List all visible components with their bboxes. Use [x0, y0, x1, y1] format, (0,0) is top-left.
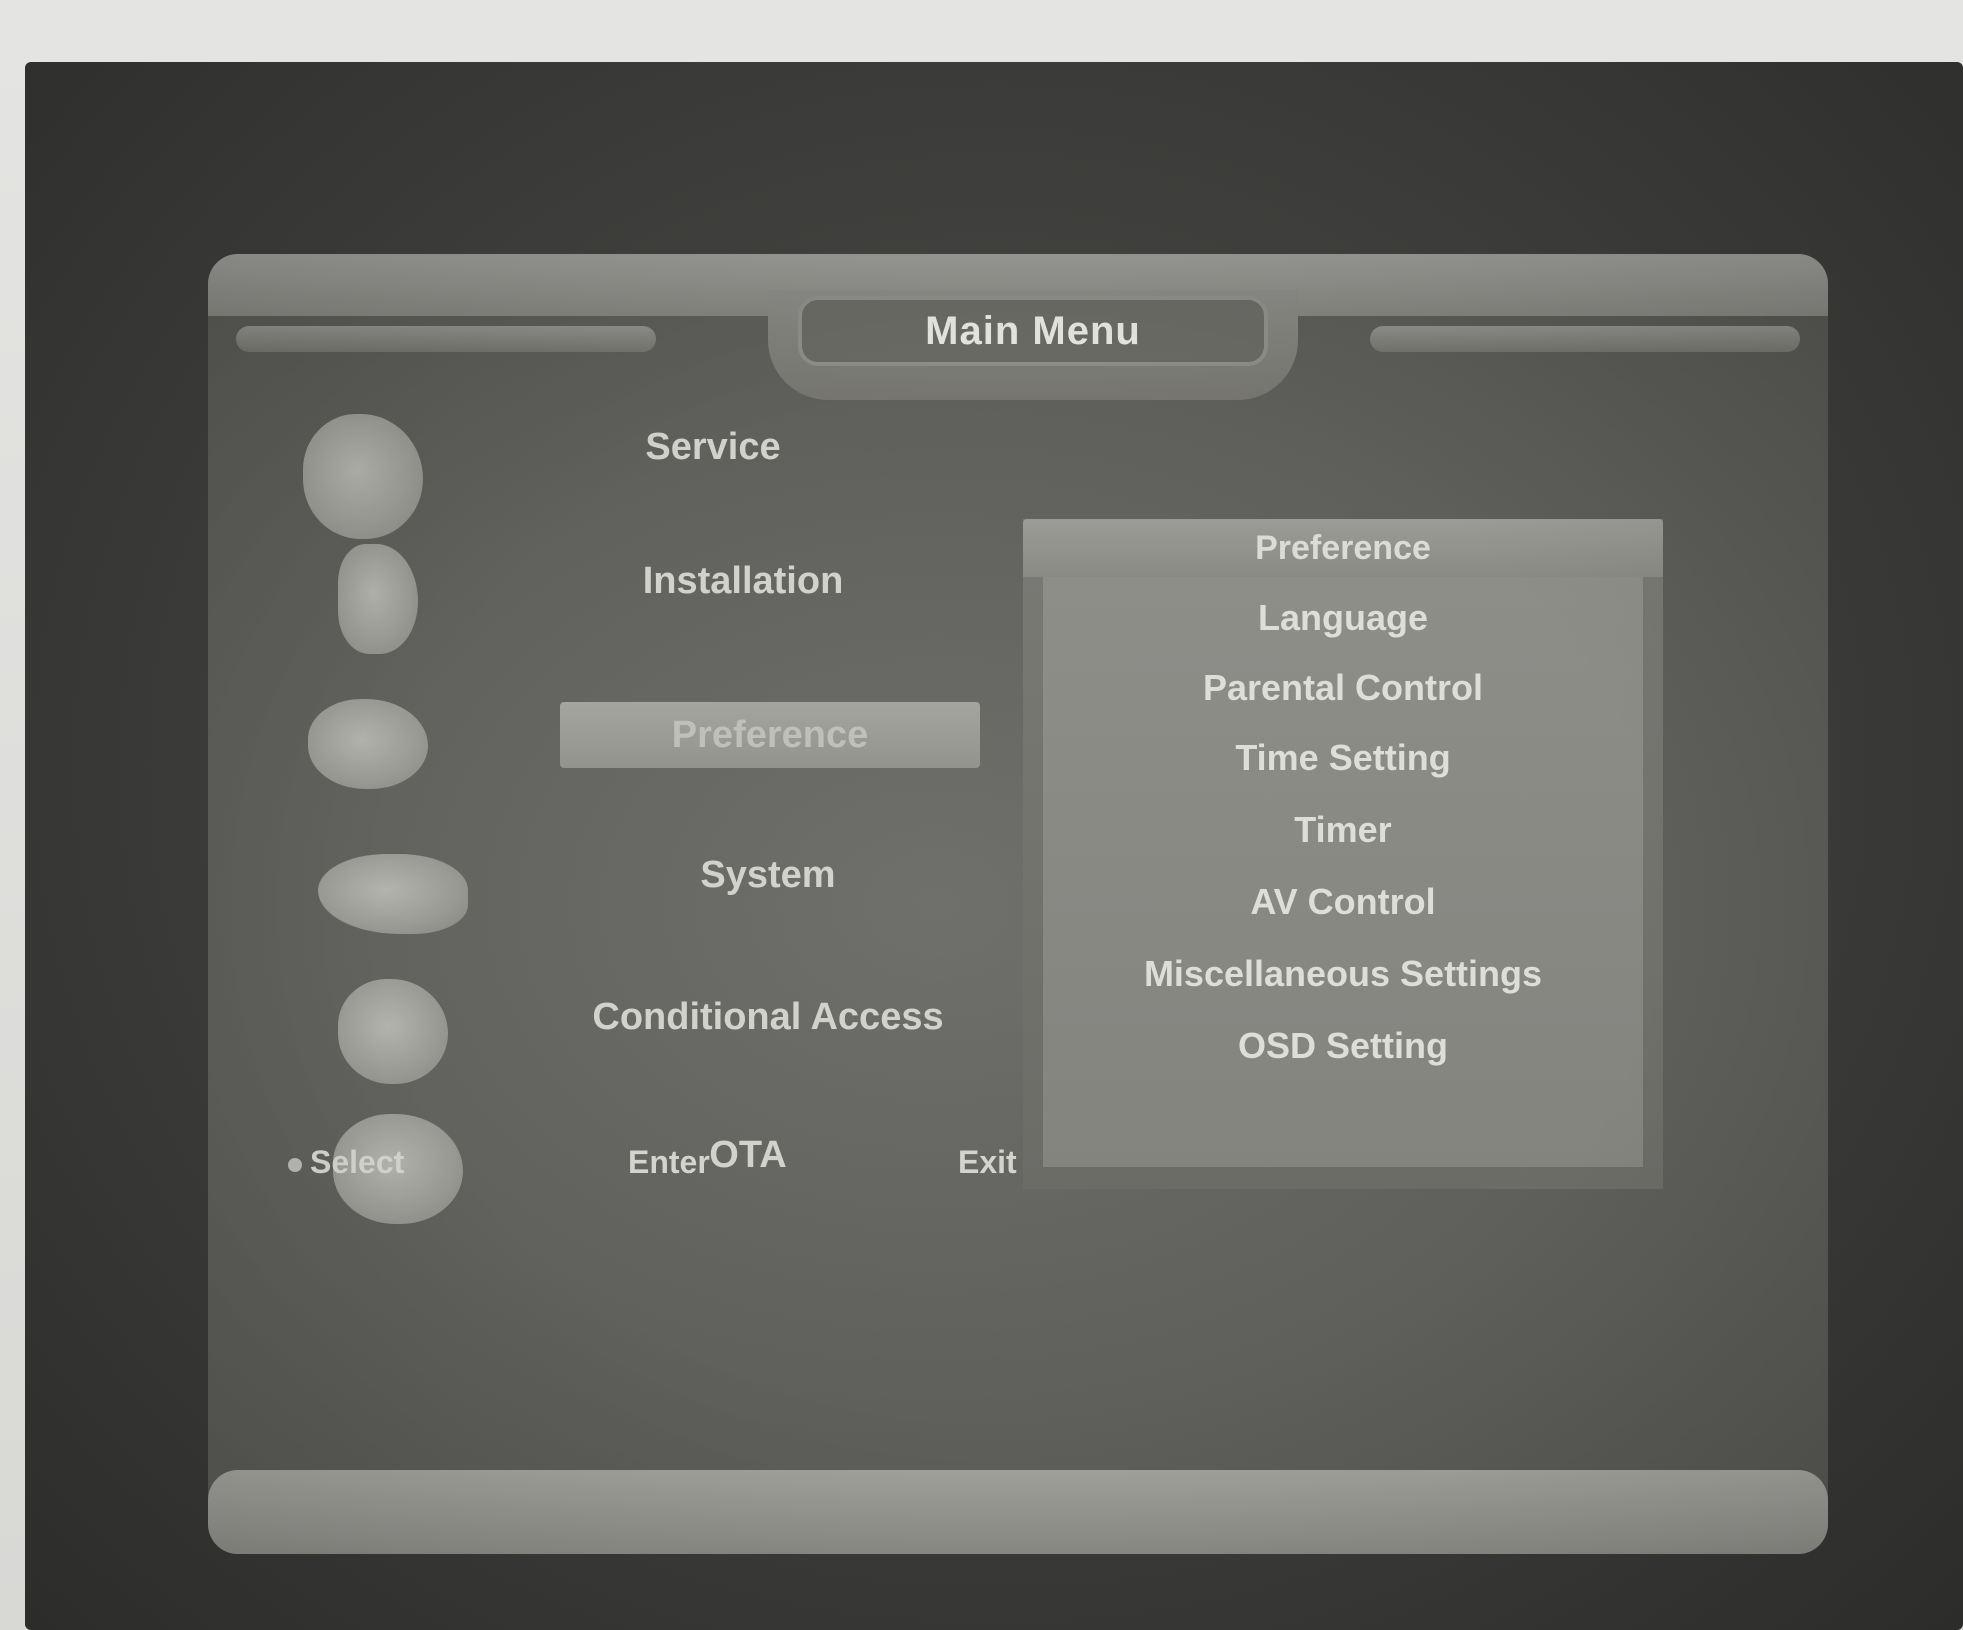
hint-enter-label: Enter [628, 1144, 710, 1180]
hint-exit: Exit [958, 1144, 1017, 1181]
title-plate: Main Menu [768, 290, 1298, 400]
submenu-list: Language Parental Control Time Setting T… [1043, 577, 1643, 1167]
access-icon [338, 979, 448, 1084]
hint-select-label: Select [310, 1144, 405, 1180]
system-icon [318, 854, 468, 934]
submenu-item-time-setting[interactable]: Time Setting [1043, 737, 1643, 779]
tv-bezel: Main Menu Service Installation Preferenc… [25, 62, 1963, 1630]
menu-item-system[interactable]: System [553, 854, 983, 897]
photo-background: Main Menu Service Installation Preferenc… [0, 0, 1963, 1630]
submenu-item-osd-setting[interactable]: OSD Setting [1043, 1025, 1643, 1067]
submenu-item-av-control[interactable]: AV Control [1043, 881, 1643, 923]
osd-top-rail-right [1370, 326, 1800, 352]
select-icon [288, 1157, 302, 1172]
menu-item-service[interactable]: Service [498, 426, 928, 469]
hint-select: Select [288, 1144, 404, 1181]
submenu-item-parental-control[interactable]: Parental Control [1043, 667, 1643, 709]
osd-title: Main Menu [925, 308, 1141, 353]
osd-screen: Main Menu Service Installation Preferenc… [208, 254, 1828, 1554]
preference-icon [308, 699, 428, 789]
osd-bottom-bar [208, 1470, 1828, 1554]
osd-top-rail-left [236, 326, 656, 352]
menu-item-ota[interactable]: OTA [538, 1134, 958, 1177]
submenu-title: Preference [1255, 528, 1431, 567]
submenu-item-language[interactable]: Language [1043, 597, 1643, 639]
menu-item-installation[interactable]: Installation [528, 560, 958, 603]
hint-enter: Enter [628, 1144, 710, 1181]
menu-item-preference[interactable]: Preference [560, 702, 980, 768]
dish-icon [338, 544, 418, 654]
tv-icon [303, 414, 423, 539]
submenu-item-timer[interactable]: Timer [1043, 809, 1643, 851]
hint-exit-label: Exit [958, 1144, 1017, 1180]
title-box: Main Menu [798, 296, 1268, 366]
submenu-header: Preference [1023, 519, 1663, 577]
menu-item-conditional-access[interactable]: Conditional Access [558, 996, 978, 1039]
submenu-item-misc-settings[interactable]: Miscellaneous Settings [1043, 953, 1643, 995]
